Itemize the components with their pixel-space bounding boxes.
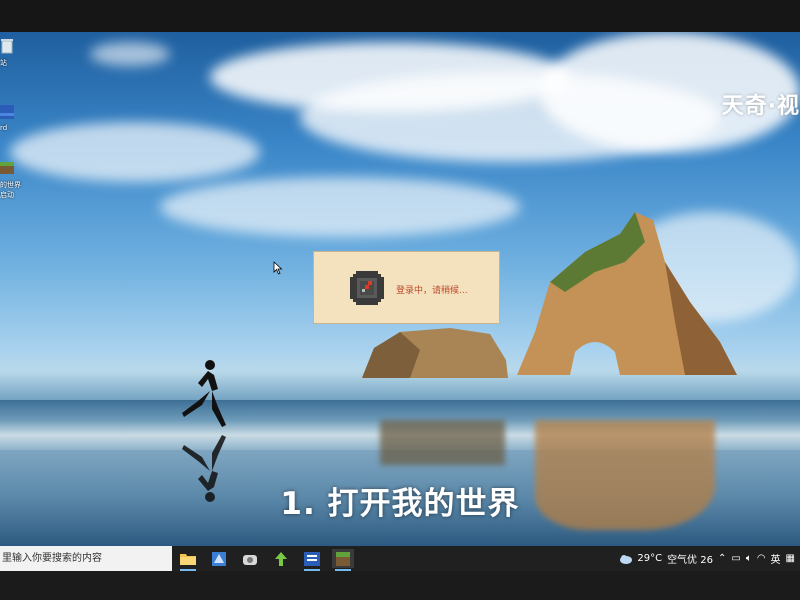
rock-reflection (380, 420, 505, 465)
chevron-up-icon[interactable]: ⌃ (718, 553, 726, 564)
up-arrow-icon (275, 551, 287, 566)
cloud-weather-icon (620, 554, 633, 564)
network-icon[interactable]: ◠ (757, 553, 766, 564)
desktop-icon-minecraft-launcher[interactable]: 的世界启动 (0, 160, 22, 200)
desktop-icon-label: rd (0, 124, 8, 132)
taskbar-media-app-button[interactable] (239, 549, 261, 568)
watermark-logo: 天奇·视 (721, 94, 800, 119)
air-quality[interactable]: 空气优 26 (667, 551, 713, 566)
desktop-icon-word[interactable]: rd (0, 104, 22, 132)
word-icon (0, 105, 14, 119)
desktop-icon-recycle-bin[interactable]: 站 (0, 38, 22, 68)
runner-silhouette (182, 360, 226, 427)
cloud (90, 42, 170, 66)
input-language-indicator[interactable]: 英 (771, 551, 781, 566)
mouse-cursor-icon (273, 261, 283, 275)
taskbar: 里输入你要搜索的内容 29°C 空气优 26 ⌃ ▭ 🔈︎ ◠ 英 ▦ (0, 546, 800, 571)
volume-icon[interactable]: 🔈︎ (746, 553, 752, 564)
word-icon (304, 551, 320, 566)
blue-app-icon (212, 551, 226, 566)
video-bottom-bar (0, 571, 800, 600)
taskbar-minecraft-button[interactable] (332, 549, 354, 571)
small-rock (362, 328, 508, 378)
notification-icon[interactable]: ▦ (786, 553, 795, 564)
weather-temperature[interactable]: 29°C (637, 553, 662, 564)
taskbar-search-input[interactable]: 里输入你要搜索的内容 (0, 546, 172, 571)
folder-icon (180, 553, 196, 565)
recycle-bin-icon (1, 39, 13, 54)
desktop-icon-label: 站 (0, 59, 7, 67)
taskbar-word-button[interactable] (301, 549, 323, 571)
login-dialog: 登录中，请稍候... (313, 251, 500, 324)
battery-icon[interactable]: ▭ (731, 553, 740, 564)
camera-icon (243, 554, 257, 565)
minecraft-launcher-icon (0, 162, 14, 174)
desktop-icon-label: 的世界启动 (0, 181, 21, 199)
cloud (10, 122, 260, 182)
taskbar-green-app-button[interactable] (270, 549, 292, 568)
arch-rock (517, 212, 737, 375)
compass-icon (350, 271, 384, 305)
system-tray: 29°C 空气优 26 ⌃ ▭ 🔈︎ ◠ 英 ▦ (619, 546, 800, 571)
video-subtitle: 1. 打开我的世界 (280, 486, 520, 522)
taskbar-file-explorer-button[interactable] (177, 549, 199, 571)
minecraft-icon (336, 551, 350, 566)
cloud (160, 177, 520, 237)
login-status-message: 登录中，请稍候... (396, 286, 468, 296)
taskbar-remote-app-button[interactable] (208, 549, 230, 568)
